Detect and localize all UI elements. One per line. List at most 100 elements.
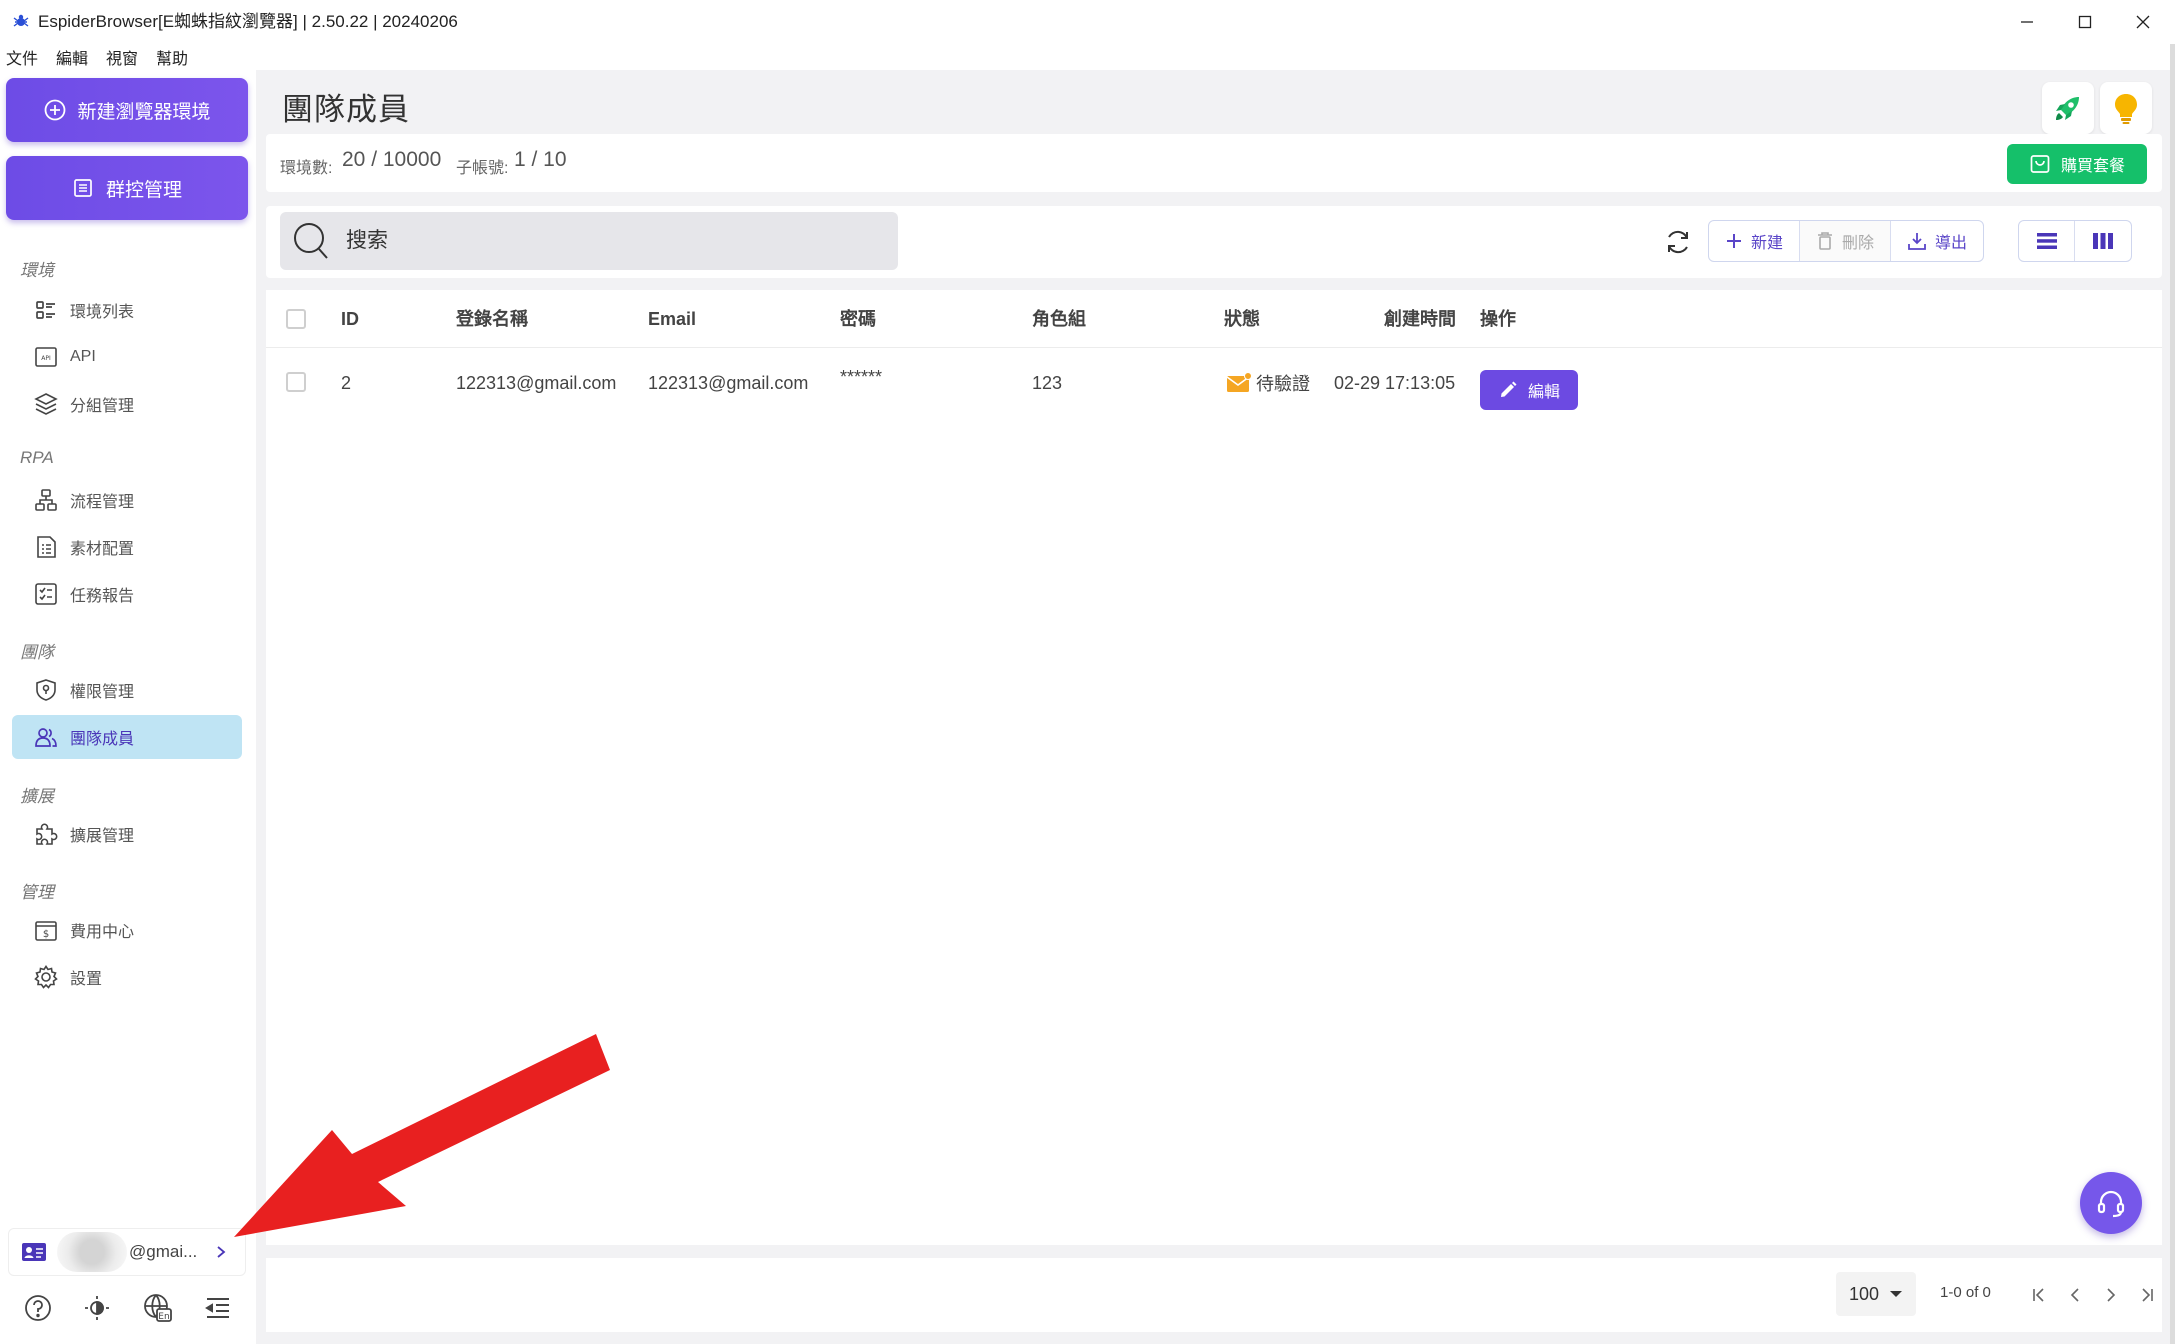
theme-icon[interactable] [82,1293,112,1323]
row-checkbox[interactable] [286,372,306,392]
column-header-created[interactable]: 創建時間 [1384,290,1456,348]
users-icon [32,723,60,751]
chevron-right-icon [215,1245,227,1259]
column-header-password[interactable]: 密碼 [840,290,876,348]
search-input[interactable] [346,229,866,253]
sidebar-item-label: 分組管理 [70,398,135,415]
dollar-icon: $ [32,916,60,944]
sub-account-label: 子帳號: [456,160,509,177]
download-icon [1907,231,1927,251]
cell-created: 02-29 17:13:05 [1334,373,1456,393]
stats-bar: 環境數: 20 / 10000 子帳號: 1 / 10 購買套餐 [266,134,2162,192]
menu-help[interactable]: 幫助 [156,45,188,69]
cell-status: 待驗證 [1226,348,1310,418]
column-header-email[interactable]: Email [648,290,696,348]
new-browser-env-label: 新建瀏覽器環境 [77,101,211,123]
minimize-button[interactable] [1998,0,2056,44]
column-header-status[interactable]: 狀態 [1224,290,1260,348]
caret-down-icon [1889,1289,1903,1299]
section-label-management: 管理 [20,883,54,902]
list-view-button[interactable] [2019,221,2075,261]
customer-support-button[interactable] [2080,1172,2142,1234]
new-browser-env-button[interactable]: 新建瀏覽器環境 [6,78,248,142]
column-header-role[interactable]: 角色組 [1032,290,1086,348]
delete-button[interactable]: 刪除 [1800,221,1892,261]
prev-page-icon[interactable] [2060,1280,2090,1310]
svg-text:En: En [158,1312,169,1322]
account-email: @gmai... [129,1242,198,1261]
id-card-icon [21,1241,47,1263]
sidebar-item-permissions[interactable]: 權限管理 [12,668,242,712]
lightbulb-icon[interactable] [2100,82,2152,134]
column-view-button[interactable] [2075,221,2131,261]
close-button[interactable] [2114,0,2172,44]
members-table: ID 登錄名稱 Email 密碼 角色組 狀態 創建時間 操作 2 122313… [266,290,2162,1245]
sidebar-item-groups[interactable]: 分組管理 [12,382,242,426]
next-page-icon[interactable] [2096,1280,2126,1310]
group-control-button[interactable]: 群控管理 [6,156,248,220]
sidebar-item-team-members[interactable]: 團隊成員 [12,715,242,759]
sidebar-item-extensions[interactable]: 擴展管理 [12,812,242,856]
list-icon [32,296,60,324]
rocket-icon[interactable] [2042,82,2094,134]
account-switcher[interactable]: @gmai... [8,1228,246,1276]
add-button[interactable]: 新建 [1709,221,1801,261]
headset-icon [2094,1186,2128,1220]
rows-per-page-select[interactable]: 100 [1836,1272,1916,1316]
menu-file[interactable]: 文件 [6,45,38,69]
cell-password: ****** [840,367,883,387]
sidebar-item-billing[interactable]: $ 費用中心 [12,908,242,952]
document-icon [72,177,94,199]
cell-role: 123 [1032,373,1063,393]
cell-email: 122313@gmail.com [648,373,809,393]
cell-id: 2 [341,373,352,393]
pencil-icon [1498,380,1518,400]
action-button-group: 新建 刪除 導出 [1708,220,1985,262]
api-icon: API [32,343,60,371]
sidebar-item-api[interactable]: API API [12,335,242,379]
svg-text:API: API [41,355,51,362]
edit-button[interactable]: 編輯 [1480,370,1578,410]
collapse-menu-icon[interactable] [203,1293,233,1323]
language-icon[interactable]: En [142,1292,174,1324]
sidebar-item-task-report[interactable]: 任務報告 [12,572,242,616]
view-toggle-group [2018,220,2132,262]
title-bar: EspiderBrowser[E蜘蛛指紋瀏覽器] | 2.50.22 | 202… [0,0,2175,44]
document-list-icon [32,533,60,561]
shield-icon [32,676,60,704]
buy-plan-label: 購買套餐 [2060,158,2125,175]
export-button[interactable]: 導出 [1891,221,1983,261]
env-count-label: 環境數: [280,160,333,177]
section-label-team: 團隊 [20,643,54,662]
column-header-login[interactable]: 登錄名稱 [456,290,528,348]
select-all-checkbox[interactable] [286,309,306,329]
refresh-icon[interactable] [1660,224,1696,260]
sidebar-item-label: 設置 [70,971,103,988]
sidebar-item-material[interactable]: 素材配置 [12,525,242,569]
maximize-button[interactable] [2056,0,2114,44]
buy-plan-button[interactable]: 購買套餐 [2007,144,2147,184]
checklist-icon [32,580,60,608]
search-box[interactable] [280,212,898,270]
page-title: 團隊成員 [282,92,410,127]
flowchart-icon [32,486,60,514]
puzzle-icon [32,820,60,848]
main-content: 團隊成員 環境數: 20 / 10000 子帳號: 1 / 10 購買套餐 搜索… [256,70,2175,1344]
sidebar-item-env-list[interactable]: 環境列表 [12,288,242,332]
column-view-icon [2092,231,2114,251]
menu-window[interactable]: 視窗 [106,45,138,69]
menu-edit[interactable]: 編輯 [56,45,88,69]
layers-icon [32,390,60,418]
sidebar-item-flow[interactable]: 流程管理 [12,478,242,522]
menu-bar: 文件 編輯 視窗 幫助 [0,44,260,70]
sidebar-item-label: 費用中心 [70,924,135,941]
sidebar-item-settings[interactable]: 設置 [12,955,242,999]
last-page-icon[interactable] [2132,1280,2162,1310]
rows-per-page-value: 100 [1848,1283,1880,1304]
column-header-id[interactable]: ID [341,290,359,348]
first-page-icon[interactable] [2024,1280,2054,1310]
page-range: 1-0 of 0 [1940,1284,1991,1301]
delete-label: 刪除 [1842,235,1875,252]
env-count-value: 20 / 10000 [342,148,442,171]
help-icon[interactable] [23,1293,53,1323]
